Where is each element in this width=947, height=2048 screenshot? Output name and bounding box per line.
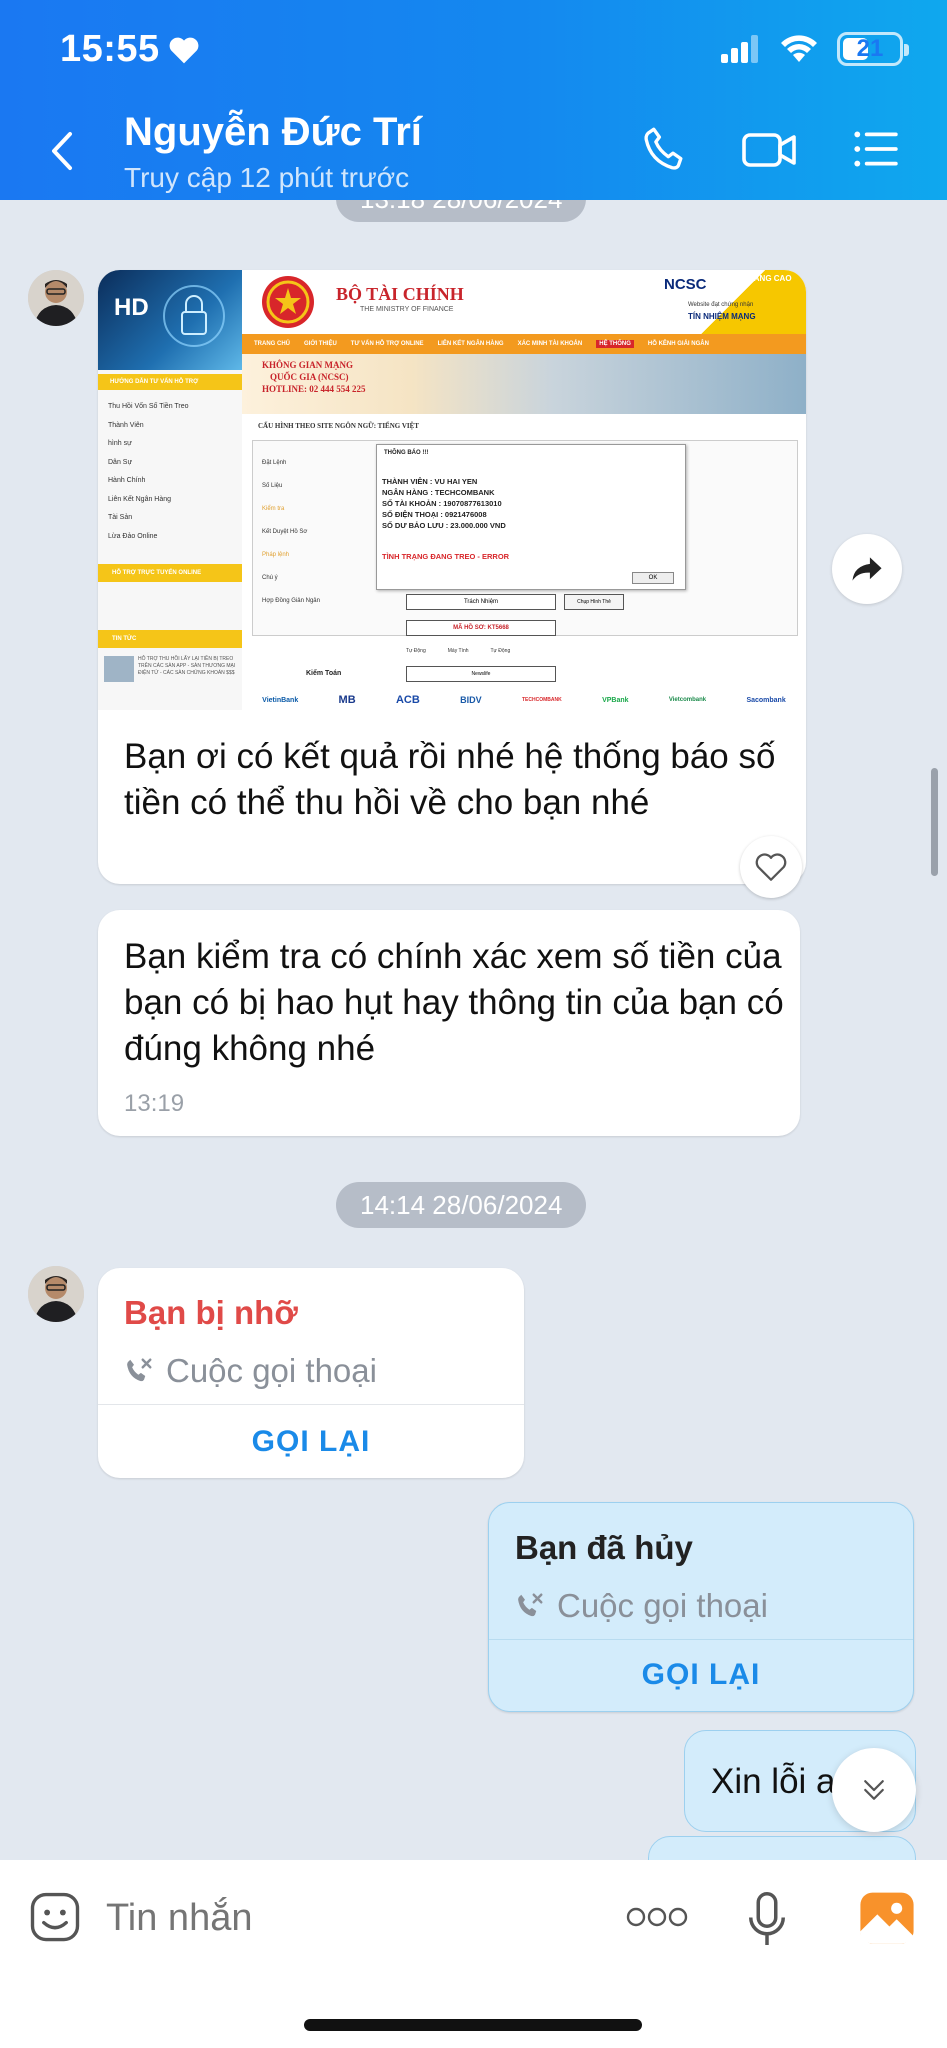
message-text: Bạn kiểm tra có chính xác xem số tiền củ… [124,937,784,1068]
status-icons: 21 [721,32,909,66]
heart-icon [169,37,199,63]
timestamp-pill: 14:14 28/06/2024 [336,1182,587,1228]
video-call-icon[interactable] [740,124,800,174]
cancelled-call-card: Bạn đã hủy Cuộc gọi thoại GỌI LẠI [488,1502,914,1712]
call-title: Bạn bị nhỡ [124,1294,298,1331]
last-seen: Truy cập 12 phút trước [124,162,410,193]
emblem-icon [262,276,314,328]
wifi-icon [781,35,817,62]
forward-button[interactable] [832,534,902,604]
share-arrow-icon [852,557,882,581]
more-options-icon[interactable] [626,1904,688,1930]
message-time: 13:19 [124,1090,185,1117]
missed-call-card: Bạn bị nhỡ Cuộc gọi thoại GỌI LẠI [98,1268,524,1478]
signal-icon [721,35,758,63]
heart-outline-icon [755,853,787,881]
chat-area[interactable]: 13:18 28/06/2024 HD BỘ TÀI CHÍNH THE MIN… [0,200,947,1860]
like-button[interactable] [740,836,802,898]
contact-name[interactable]: Nguyễn Đức Trí [124,110,422,155]
timestamp-pill: 13:18 28/06/2024 [336,200,587,222]
battery-icon: 21 [837,32,909,66]
message-text: Xin lỗi a [711,1762,836,1801]
call-subtitle: Cuộc gọi thoại [515,1587,768,1625]
site-nav: TRANG CHỦ GIỚI THIỆU TƯ VẤN HỖ TRỢ ONLIN… [242,334,806,354]
sent-message[interactable] [648,1836,916,1860]
home-indicator [304,2019,642,2031]
text-message[interactable]: Bạn kiểm tra có chính xác xem số tiền củ… [98,910,800,1136]
message-input[interactable] [106,1890,566,1946]
back-icon[interactable] [46,128,80,174]
attached-screenshot[interactable]: HD BỘ TÀI CHÍNH THE MINISTRY OF FINANCE … [98,270,806,710]
call-subtitle: Cuộc gọi thoại [124,1352,377,1390]
sticker-icon[interactable] [28,1890,82,1944]
menu-list-icon[interactable] [850,124,900,174]
gallery-icon[interactable] [858,1890,916,1946]
phone-icon[interactable] [640,124,690,174]
microphone-icon[interactable] [744,1890,790,1950]
avatar[interactable] [28,270,84,326]
bank-logos: VietinBank MB ACB BIDV TECHCOMBANK VPBan… [242,690,806,710]
scrollbar[interactable] [931,768,938,876]
image-message[interactable]: HD BỘ TÀI CHÍNH THE MINISTRY OF FINANCE … [98,270,806,884]
chat-header: 15:55 21 Nguyễn Đức Trí Truy cập 12 phút… [0,0,947,200]
status-time: 15:55 [60,28,200,71]
avatar[interactable] [28,1266,84,1322]
double-chevron-down-icon [864,1780,884,1800]
cancelled-call-icon [518,1593,543,1617]
call-back-button[interactable]: GỌI LẠI [98,1406,524,1478]
image-caption: Bạn ơi có kết quả rồi nhé hệ thống báo s… [124,737,776,822]
call-title: Bạn đã hủy [515,1529,693,1566]
scroll-to-bottom-button[interactable] [832,1748,916,1832]
call-back-button[interactable]: GỌI LẠI [489,1639,913,1711]
missed-call-icon [127,1358,152,1382]
hd-badge: HD [114,294,149,321]
